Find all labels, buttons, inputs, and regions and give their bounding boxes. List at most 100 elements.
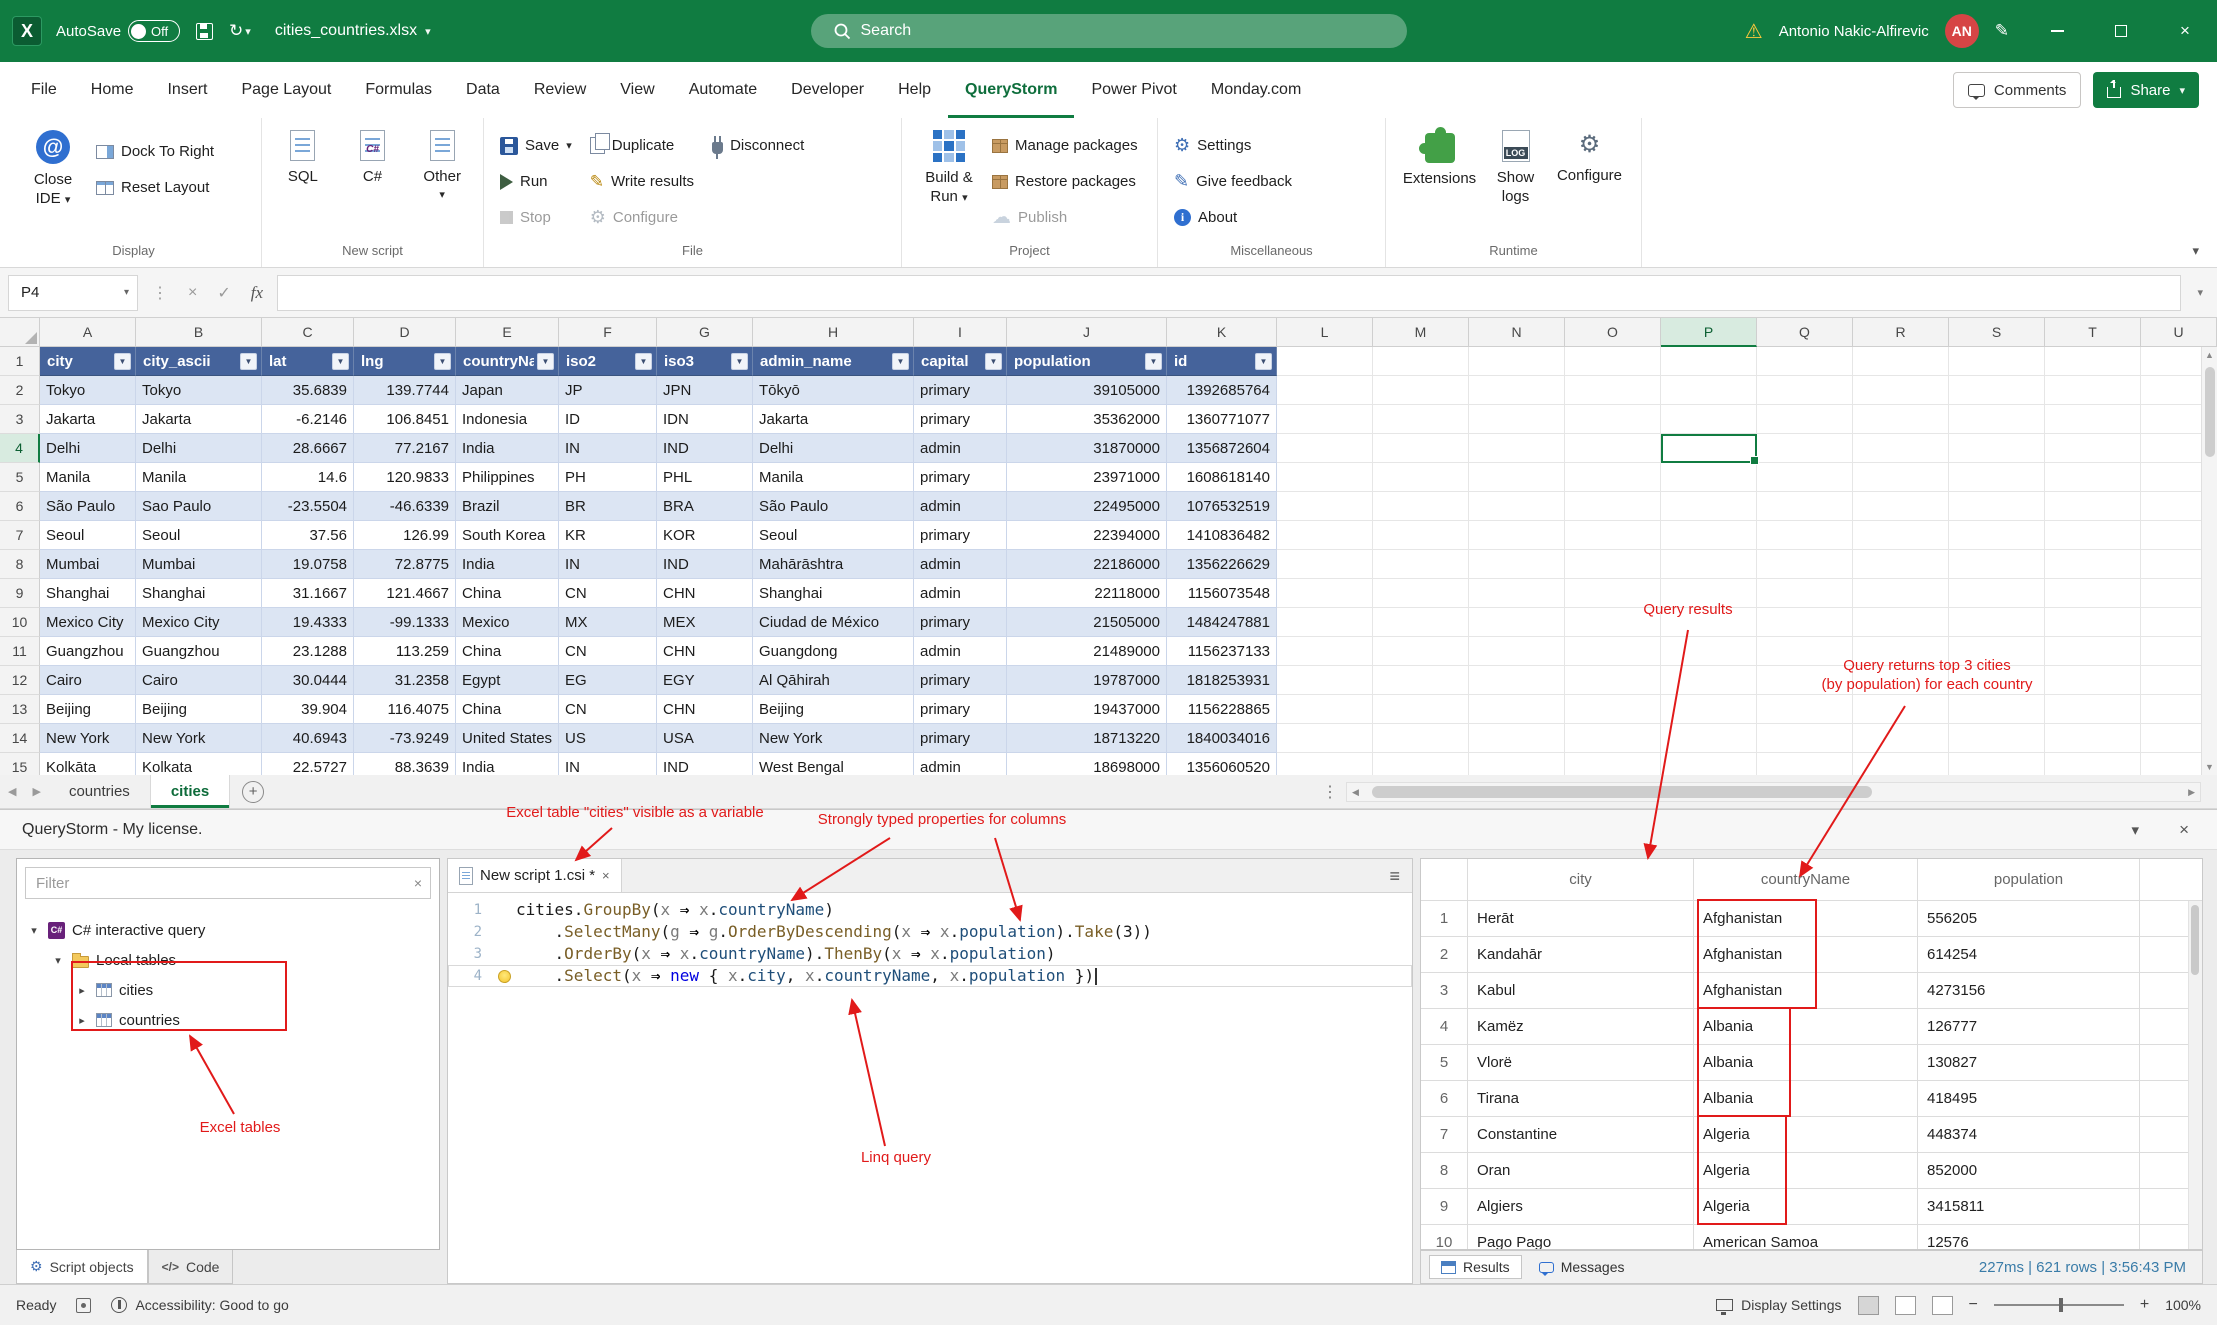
grid-cell[interactable]: 126.99 (354, 521, 456, 550)
grid-cell[interactable]: Mahārāshtra (753, 550, 914, 579)
grid-cell[interactable] (2045, 637, 2141, 666)
grid-cell[interactable]: admin (914, 637, 1007, 666)
grid-cell[interactable] (1853, 492, 1949, 521)
save-icon[interactable] (196, 22, 214, 40)
results-cell[interactable]: Oran (1468, 1153, 1694, 1189)
ribbon-tab-data[interactable]: Data (449, 62, 517, 118)
sheet-tab-countries[interactable]: countries (48, 775, 151, 808)
grid-cell[interactable]: Beijing (136, 695, 262, 724)
new-sheet-button[interactable]: + (242, 780, 265, 803)
grid-cell[interactable] (1853, 608, 1949, 637)
page-layout-view-button[interactable] (1894, 1295, 1916, 1315)
grid-cell[interactable] (2045, 550, 2141, 579)
row-header-1[interactable]: 1 (0, 347, 40, 376)
sheet-nav-left-icon[interactable]: ◀ (0, 785, 24, 798)
name-box[interactable]: P4 ▾ (8, 274, 138, 311)
grid-cell[interactable] (1757, 608, 1853, 637)
column-header-K[interactable]: K (1167, 318, 1277, 347)
grid-cell[interactable] (1469, 637, 1565, 666)
grid-cell[interactable]: India (456, 550, 559, 579)
grid-cell[interactable]: Mumbai (40, 550, 136, 579)
table-header-cell[interactable]: population ▼ (1007, 347, 1167, 376)
grid-cell[interactable] (1373, 405, 1469, 434)
grid-cell[interactable]: New York (40, 724, 136, 753)
more-options-icon[interactable]: ⋮ (146, 283, 174, 303)
grid-cell[interactable]: 31870000 (1007, 434, 1167, 463)
duplicate-button[interactable]: Duplicate (589, 132, 694, 159)
expander-icon[interactable]: ▸ (75, 984, 89, 997)
grid-cell[interactable] (1277, 637, 1373, 666)
results-row-number[interactable]: 1 (1421, 901, 1468, 937)
grid-cell[interactable]: 35362000 (1007, 405, 1167, 434)
results-cell[interactable]: Afghanistan (1694, 937, 1918, 973)
grid-cell[interactable] (1469, 463, 1565, 492)
collapse-panel-icon[interactable]: ▾ (2131, 821, 2139, 839)
grid-cell[interactable]: 106.8451 (354, 405, 456, 434)
tab-splitter-icon[interactable]: ⋮ (1322, 782, 1338, 802)
results-cell[interactable]: Albania (1694, 1009, 1918, 1045)
results-cell[interactable]: 852000 (1918, 1153, 2140, 1189)
grid-cell[interactable]: JPN (657, 376, 753, 405)
grid-cell[interactable] (1469, 579, 1565, 608)
ribbon-tab-file[interactable]: File (14, 62, 74, 118)
tree-item-c-interactive-query[interactable]: ▾ C# C# interactive query (17, 915, 439, 945)
grid-cell[interactable] (2045, 666, 2141, 695)
grid-cell[interactable]: Jakarta (136, 405, 262, 434)
grid-cell[interactable]: -46.6339 (354, 492, 456, 521)
filter-icon[interactable]: ▼ (985, 352, 1002, 370)
formula-input[interactable] (277, 274, 2182, 311)
grid-cell[interactable] (1565, 579, 1661, 608)
grid-cell[interactable]: BRA (657, 492, 753, 521)
grid-cell[interactable]: United States (456, 724, 559, 753)
column-header-L[interactable]: L (1277, 318, 1373, 347)
grid-cell[interactable] (1565, 492, 1661, 521)
ribbon-tab-review[interactable]: Review (517, 62, 603, 118)
grid-cell[interactable]: IND (657, 753, 753, 775)
ribbon-tab-monday-com[interactable]: Monday.com (1194, 62, 1318, 118)
scroll-down-icon[interactable]: ▼ (2205, 759, 2214, 775)
about-button[interactable]: i About (1174, 204, 1292, 231)
grid-cell[interactable] (1373, 434, 1469, 463)
excel-logo-icon[interactable] (12, 16, 42, 46)
zoom-level[interactable]: 100% (2165, 1297, 2201, 1313)
grid-cell[interactable]: 1356872604 (1167, 434, 1277, 463)
grid-cell[interactable]: Al Qāhirah (753, 666, 914, 695)
grid-cell[interactable]: Mexico City (136, 608, 262, 637)
tab-code[interactable]: </> Code (147, 1250, 234, 1284)
grid-cell[interactable] (1469, 492, 1565, 521)
grid-cell[interactable]: -99.1333 (354, 608, 456, 637)
filter-icon[interactable]: ▼ (1145, 352, 1162, 370)
grid-cell[interactable]: Kolkata (136, 753, 262, 775)
filter-icon[interactable]: ▼ (332, 352, 349, 370)
grid-cell[interactable] (1373, 695, 1469, 724)
results-cell[interactable]: Kandahār (1468, 937, 1694, 973)
grid-cell[interactable] (1853, 637, 1949, 666)
grid-cell[interactable] (1949, 347, 2045, 376)
grid-cell[interactable] (2045, 434, 2141, 463)
grid-cell[interactable]: EGY (657, 666, 753, 695)
row-header-7[interactable]: 7 (0, 521, 40, 550)
row-header-6[interactable]: 6 (0, 492, 40, 521)
results-cell[interactable]: Pago Pago (1468, 1225, 1694, 1249)
grid-cell[interactable] (1565, 463, 1661, 492)
grid-cell[interactable] (1469, 550, 1565, 579)
build-and-run-button[interactable]: Build & Run ▾ (910, 126, 988, 208)
column-header-N[interactable]: N (1469, 318, 1565, 347)
grid-cell[interactable] (1565, 695, 1661, 724)
tree-item-local-tables[interactable]: ▾ Local tables (17, 945, 439, 975)
warning-icon[interactable]: ⚠ (1745, 19, 1763, 44)
sheet-tab-cities[interactable]: cities (150, 775, 231, 808)
grid-cell[interactable]: 116.4075 (354, 695, 456, 724)
grid-cell[interactable]: IN (559, 434, 657, 463)
column-header-T[interactable]: T (2045, 318, 2141, 347)
results-row-number[interactable]: 6 (1421, 1081, 1468, 1117)
grid-cell[interactable] (1469, 405, 1565, 434)
scroll-up-icon[interactable]: ▲ (2205, 347, 2214, 363)
column-header-U[interactable]: U (2141, 318, 2217, 347)
results-column-header[interactable]: city (1468, 859, 1694, 901)
row-header-5[interactable]: 5 (0, 463, 40, 492)
grid-cell[interactable]: 113.259 (354, 637, 456, 666)
run-button[interactable]: Run (500, 168, 572, 195)
publish-button[interactable]: ☁ Publish (992, 204, 1138, 231)
grid-cell[interactable]: Delhi (753, 434, 914, 463)
